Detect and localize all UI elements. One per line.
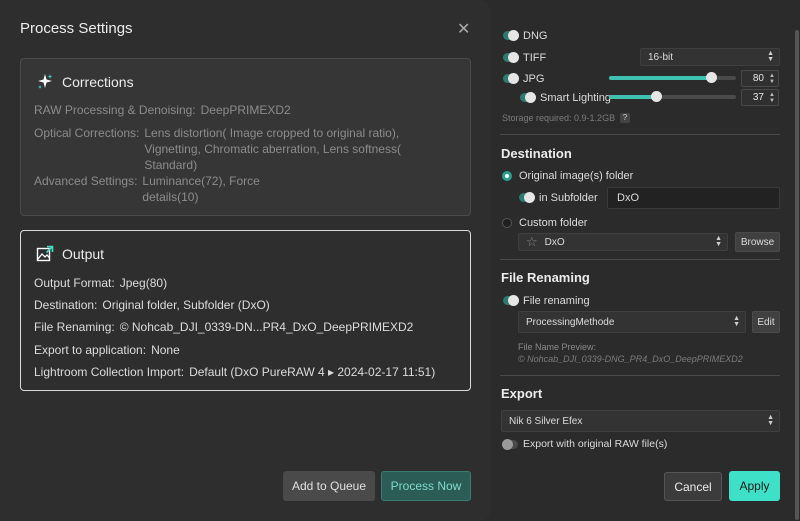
close-icon[interactable]: ✕ xyxy=(457,19,470,39)
output-header: Output xyxy=(36,245,104,263)
custom-folder-value: DxO xyxy=(544,236,565,248)
file-renaming-label: File renaming xyxy=(523,295,590,307)
corrections-heading: Corrections xyxy=(62,74,134,90)
tiff-toggle[interactable] xyxy=(503,52,519,63)
export-app-select[interactable]: Nik 6 Silver Efex ▲ ▼ xyxy=(501,410,780,432)
corrections-header: Corrections xyxy=(36,73,134,91)
dng-toggle[interactable] xyxy=(503,30,519,41)
output-value: Jpeg(80) xyxy=(119,276,168,290)
renaming-method-select[interactable]: ProcessingMethode ▲ ▼ xyxy=(518,311,746,333)
custom-folder-select[interactable]: ☆ DxO ▲ ▼ xyxy=(518,233,728,251)
original-folder-radio[interactable] xyxy=(502,171,512,181)
custom-folder-radio[interactable] xyxy=(502,218,512,228)
scrollbar[interactable] xyxy=(795,30,799,520)
smart-lighting-toggle[interactable] xyxy=(520,92,536,103)
up-down-arrows-icon[interactable]: ▲ ▼ xyxy=(769,92,775,104)
jpg-quality-input[interactable]: 80 ▲ ▼ xyxy=(741,70,779,87)
cancel-button[interactable]: Cancel xyxy=(664,472,722,501)
smart-lighting-label: Smart Lighting xyxy=(540,92,611,104)
file-renaming-heading: File Renaming xyxy=(501,270,590,285)
correction-value: DeepPRIMEXD2 xyxy=(200,103,291,117)
subfolder-label: in Subfolder xyxy=(539,192,598,204)
up-down-arrows-icon: ▲ ▼ xyxy=(733,315,740,328)
divider xyxy=(500,259,780,260)
output-card: Output Output Format: Jpeg(80) Destinati… xyxy=(20,230,471,391)
correction-label: RAW Processing & Denoising: xyxy=(34,103,196,117)
tiff-label: TIFF xyxy=(523,52,547,64)
smart-lighting-fill xyxy=(609,95,656,99)
jpg-quality-slider[interactable] xyxy=(609,72,736,83)
export-heading: Export xyxy=(501,386,543,401)
renaming-method-value: ProcessingMethode xyxy=(526,316,615,328)
output-row-destination: Destination: Original folder, Subfolder … xyxy=(34,297,270,313)
help-icon[interactable]: ? xyxy=(620,113,630,123)
subfolder-input[interactable]: DxO xyxy=(607,187,780,209)
jpg-label: JPG xyxy=(523,73,545,85)
divider xyxy=(500,134,780,135)
subfolder-toggle[interactable] xyxy=(519,192,535,203)
smart-lighting-input[interactable]: 37 ▲ ▼ xyxy=(741,89,779,106)
correction-value: Lens distortion( Image cropped to origin… xyxy=(144,126,401,172)
apply-button[interactable]: Apply xyxy=(729,471,780,501)
smart-lighting-slider[interactable] xyxy=(609,91,736,102)
edit-button[interactable]: Edit xyxy=(752,311,780,333)
output-value: © Nohcab_DJI_0339-DN...PR4_DxO_DeepPRIME… xyxy=(119,320,414,334)
jpg-quality-fill xyxy=(609,76,711,80)
output-row-renaming: File Renaming: © Nohcab_DJI_0339-DN...PR… xyxy=(34,319,413,335)
smart-lighting-value: 37 xyxy=(752,92,764,103)
correction-row-raw: RAW Processing & Denoising: DeepPRIMEXD2 xyxy=(34,102,291,118)
process-now-button[interactable]: Process Now xyxy=(381,471,471,501)
jpg-toggle[interactable] xyxy=(503,73,519,84)
file-renaming-toggle[interactable] xyxy=(503,295,519,306)
up-down-arrows-icon[interactable]: ▲ ▼ xyxy=(769,73,775,85)
output-value: None xyxy=(151,343,180,357)
smart-lighting-knob[interactable] xyxy=(650,91,662,102)
image-export-icon xyxy=(36,245,54,262)
jpg-quality-knob[interactable] xyxy=(705,72,717,83)
storage-required-text: Storage required: 0.9-1.2GB xyxy=(502,113,616,123)
output-label: Lightroom Collection Import: xyxy=(34,365,185,379)
correction-label: Optical Corrections: xyxy=(34,126,140,140)
dng-label: DNG xyxy=(523,30,548,42)
correction-value: Luminance(72), Force details(10) xyxy=(142,174,260,204)
dialog-title: Process Settings xyxy=(20,20,133,37)
up-down-arrows-icon: ▲ ▼ xyxy=(767,414,774,427)
output-value: Default (DxO PureRAW 4 ▸ 2024-02-17 11:5… xyxy=(189,365,436,379)
output-row-format: Output Format: Jpeg(80) xyxy=(34,275,167,291)
correction-label: Advanced Settings: xyxy=(34,174,138,188)
tiff-bitdepth-select[interactable]: 16-bit ▲ ▼ xyxy=(640,48,780,66)
custom-folder-label: Custom folder xyxy=(519,217,588,229)
add-to-queue-button[interactable]: Add to Queue xyxy=(283,471,375,501)
up-down-arrows-icon: ▲ ▼ xyxy=(715,235,722,248)
export-raw-toggle[interactable] xyxy=(502,439,518,450)
output-row-export-app: Export to application: None xyxy=(34,342,180,358)
file-name-preview-value: © Nohcab_DJI_0339-DNG_PR4_DxO_DeepPRIMEX… xyxy=(518,354,743,364)
correction-row-optical: Optical Corrections: Lens distortion( Im… xyxy=(34,125,404,173)
destination-heading: Destination xyxy=(501,146,572,161)
output-value: Original folder, Subfolder (DxO) xyxy=(102,298,270,312)
divider xyxy=(500,375,780,376)
tiff-bitdepth-value: 16-bit xyxy=(648,51,674,63)
correction-row-advanced: Advanced Settings: Luminance(72), Force … xyxy=(34,173,272,205)
up-down-arrows-icon: ▲ ▼ xyxy=(767,50,774,63)
star-icon[interactable]: ☆ xyxy=(526,234,538,250)
original-folder-label: Original image(s) folder xyxy=(519,170,634,182)
jpg-quality-value: 80 xyxy=(752,73,764,84)
output-label: Export to application: xyxy=(34,343,147,357)
output-heading: Output xyxy=(62,246,105,262)
process-settings-panel: Process Settings ✕ Corrections RAW Proce… xyxy=(0,0,490,521)
file-name-preview-label: File Name Preview: xyxy=(518,342,597,352)
output-label: Destination: xyxy=(34,298,98,312)
corrections-card: Corrections RAW Processing & Denoising: … xyxy=(20,58,471,216)
output-row-lightroom: Lightroom Collection Import: Default (Dx… xyxy=(34,364,435,380)
output-label: Output Format: xyxy=(34,276,115,290)
export-app-value: Nik 6 Silver Efex xyxy=(509,415,583,427)
sparkle-icon xyxy=(38,74,53,89)
export-raw-label: Export with original RAW file(s) xyxy=(523,438,668,450)
output-label: File Renaming: xyxy=(34,320,115,334)
browse-button[interactable]: Browse xyxy=(735,232,780,252)
